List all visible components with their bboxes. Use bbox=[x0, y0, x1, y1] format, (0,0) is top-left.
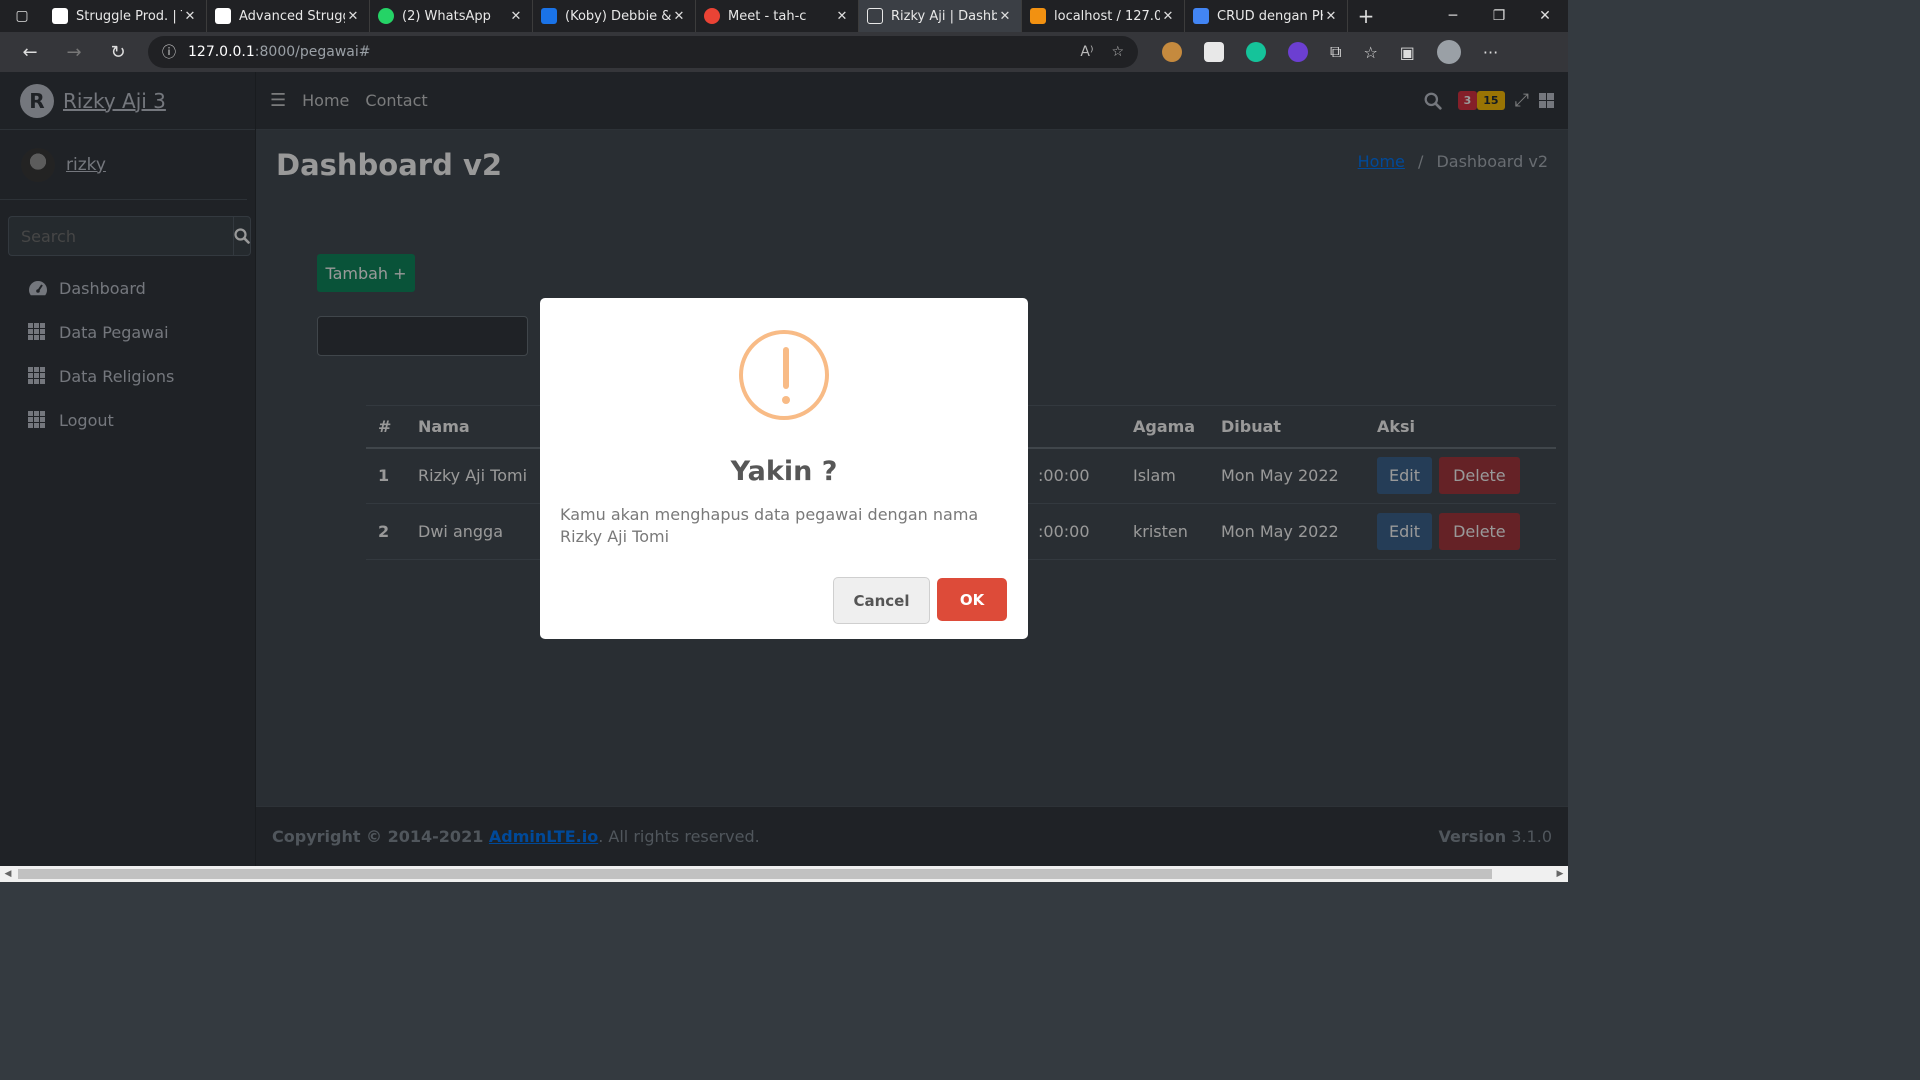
close-tab-icon[interactable]: ✕ bbox=[345, 9, 361, 24]
close-tab-icon[interactable]: ✕ bbox=[508, 9, 524, 24]
close-tab-icon[interactable]: ✕ bbox=[1160, 9, 1176, 24]
dialog-message: Kamu akan menghapus data pegawai dengan … bbox=[560, 505, 979, 546]
url-host: 127.0.0.1 bbox=[188, 44, 255, 60]
warning-icon-dot bbox=[782, 396, 790, 404]
collections-icon[interactable]: ▣ bbox=[1400, 43, 1415, 62]
phpmyadmin-icon bbox=[1030, 8, 1046, 24]
tab-title: CRUD dengan PH bbox=[1217, 8, 1323, 24]
meet-icon bbox=[704, 8, 720, 24]
forward-icon[interactable]: → bbox=[52, 42, 96, 63]
tab-title: Rizky Aji | Dashbo bbox=[891, 8, 997, 24]
horizontal-scrollbar[interactable]: ◀ ▶ bbox=[0, 866, 1568, 882]
address-bar[interactable]: ⓘ 127.0.0.1 :8000/pegawai# A⁾ ☆ bbox=[148, 36, 1138, 68]
reload-icon[interactable]: ↻ bbox=[96, 42, 140, 63]
tab-title: (2) WhatsApp bbox=[402, 8, 491, 24]
new-tab-button[interactable]: + bbox=[1348, 4, 1384, 28]
extension-icon[interactable] bbox=[1204, 42, 1224, 62]
minimize-icon[interactable]: ─ bbox=[1430, 8, 1476, 24]
favorite-add-icon[interactable]: ☆ bbox=[1111, 44, 1124, 60]
puzzle-icon[interactable]: ⧉ bbox=[1330, 42, 1341, 62]
whatsapp-icon bbox=[378, 8, 394, 24]
tab-title: Meet - tah-c bbox=[728, 8, 807, 24]
close-tab-icon[interactable]: ✕ bbox=[671, 9, 687, 24]
browser-toolbar: ← → ↻ ⓘ 127.0.0.1 :8000/pegawai# A⁾ ☆ ⧉ … bbox=[0, 32, 1568, 72]
tab-actions-icon[interactable]: ▢ bbox=[0, 0, 44, 32]
close-tab-icon[interactable]: ✕ bbox=[997, 9, 1013, 24]
profile-avatar[interactable] bbox=[1436, 40, 1461, 64]
confirm-dialog: Yakin ? Kamu akan menghapus data pegawai… bbox=[540, 298, 1028, 639]
cancel-button[interactable]: Cancel bbox=[833, 577, 930, 624]
scrollbar-thumb[interactable] bbox=[18, 869, 1492, 879]
tab-title: (Koby) Debbie & I bbox=[565, 8, 671, 24]
contacts-icon bbox=[1193, 8, 1209, 24]
warning-icon bbox=[739, 330, 829, 420]
browser-tab[interactable]: (2) WhatsApp ✕ bbox=[370, 0, 533, 32]
restore-icon[interactable]: ❐ bbox=[1476, 8, 1522, 24]
browser-tab-active[interactable]: Rizky Aji | Dashbo ✕ bbox=[859, 0, 1022, 32]
browser-tab[interactable]: Meet - tah-c ✕ bbox=[696, 0, 859, 32]
tab-title: Struggle Prod. | Tr bbox=[76, 8, 182, 24]
grammarly-icon[interactable] bbox=[1246, 42, 1266, 62]
page-icon bbox=[867, 8, 883, 24]
tab-title: localhost / 127.0. bbox=[1054, 8, 1160, 24]
browser-tab[interactable]: CRUD dengan PH ✕ bbox=[1185, 0, 1348, 32]
dropbox-icon bbox=[541, 8, 557, 24]
dialog-title: Yakin ? bbox=[730, 456, 838, 487]
ok-button[interactable]: OK bbox=[937, 578, 1007, 621]
tab-title: Advanced Struggl bbox=[239, 8, 345, 24]
read-aloud-icon[interactable]: A⁾ bbox=[1080, 44, 1093, 60]
close-window-icon[interactable]: ✕ bbox=[1522, 8, 1568, 24]
browser-tab[interactable]: localhost / 127.0. ✕ bbox=[1022, 0, 1185, 32]
extensions-bar: ⧉ ☆ ▣ ··· bbox=[1162, 40, 1498, 64]
browser-tab-bar: ▢ Struggle Prod. | Tr ✕ Advanced Struggl… bbox=[0, 0, 1568, 32]
more-icon[interactable]: ··· bbox=[1483, 43, 1498, 62]
window-controls: ─ ❐ ✕ bbox=[1430, 8, 1568, 24]
back-icon[interactable]: ← bbox=[8, 42, 52, 63]
scroll-right-icon[interactable]: ▶ bbox=[1552, 869, 1568, 879]
info-icon[interactable]: ⓘ bbox=[162, 42, 176, 62]
close-tab-icon[interactable]: ✕ bbox=[1323, 9, 1339, 24]
warning-icon-bar bbox=[783, 347, 789, 389]
trello-icon bbox=[52, 8, 68, 24]
scroll-left-icon[interactable]: ◀ bbox=[0, 869, 16, 879]
url-path: :8000/pegawai# bbox=[254, 44, 371, 60]
browser-tab[interactable]: Struggle Prod. | Tr ✕ bbox=[44, 0, 207, 32]
download-extension-icon[interactable] bbox=[1288, 42, 1308, 62]
browser-tab[interactable]: (Koby) Debbie & I ✕ bbox=[533, 0, 696, 32]
cookie-extension-icon[interactable] bbox=[1162, 42, 1182, 62]
favorites-icon[interactable]: ☆ bbox=[1363, 43, 1377, 62]
trello-icon bbox=[215, 8, 231, 24]
close-tab-icon[interactable]: ✕ bbox=[834, 9, 850, 24]
close-tab-icon[interactable]: ✕ bbox=[182, 9, 198, 24]
browser-tab[interactable]: Advanced Struggl ✕ bbox=[207, 0, 370, 32]
